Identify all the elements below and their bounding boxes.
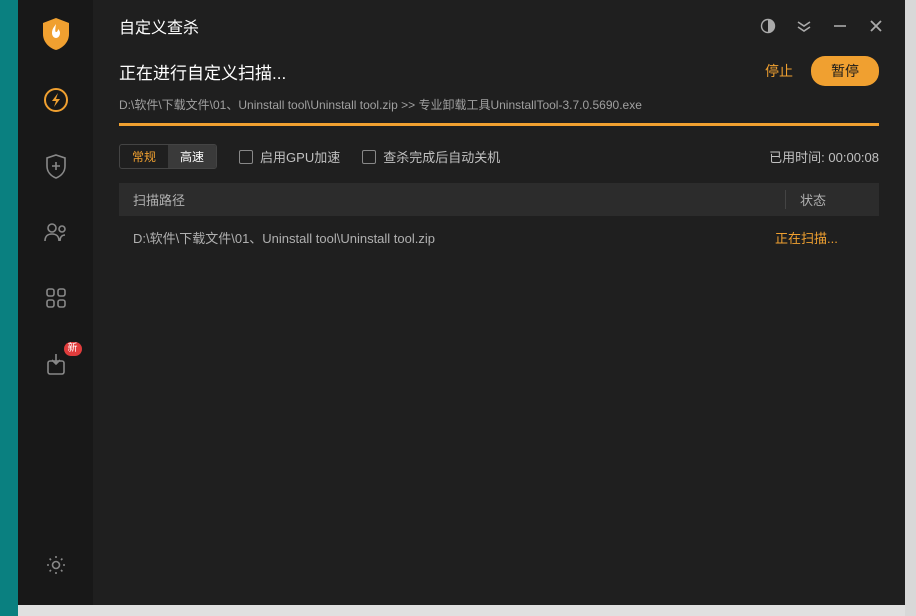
current-scan-path: D:\软件\下载文件\01、Uninstall tool\Uninstall t… [93, 94, 905, 123]
desktop-bottom-strip [18, 605, 905, 616]
auto-shutdown-label: 查杀完成后自动关机 [383, 147, 500, 166]
gpu-accel-checkbox[interactable]: 启用GPU加速 [239, 147, 340, 166]
speed-fast-option[interactable]: 高速 [168, 145, 216, 168]
sidebar-item-users[interactable] [40, 216, 72, 248]
elapsed-timer: 已用时间: 00:00:08 [769, 147, 879, 166]
auto-shutdown-checkbox[interactable]: 查杀完成后自动关机 [362, 147, 500, 166]
chevrons-icon [796, 20, 812, 32]
scan-header: 正在进行自定义扫描... 停止 暂停 [93, 46, 905, 94]
grid-icon [45, 287, 67, 309]
new-badge: 新 [64, 342, 82, 356]
sidebar-item-downloads[interactable]: 新 [40, 348, 72, 380]
table-header: 扫描路径 状态 [119, 183, 879, 216]
sidebar-logo[interactable] [40, 18, 72, 50]
gpu-accel-label: 启用GPU加速 [260, 147, 340, 166]
checkbox-icon [239, 150, 253, 164]
th-status: 状态 [785, 190, 865, 209]
minimize-button[interactable] [831, 17, 849, 35]
window-title: 自定义查杀 [119, 14, 199, 38]
sidebar-item-scan[interactable] [40, 84, 72, 116]
row-status: 正在扫描... [775, 228, 865, 247]
speed-toggle: 常规 高速 [119, 144, 217, 169]
lightning-circle-icon [43, 87, 69, 113]
options-row: 常规 高速 启用GPU加速 查杀完成后自动关机 已用时间: 00:00:08 [93, 126, 905, 183]
sidebar-item-protection[interactable] [40, 150, 72, 182]
checkbox-icon [362, 150, 376, 164]
close-button[interactable] [867, 17, 885, 35]
main-content: 自定义查杀 [93, 0, 905, 605]
menu-button[interactable] [795, 17, 813, 35]
speed-normal-option[interactable]: 常规 [120, 145, 168, 168]
th-path: 扫描路径 [133, 190, 785, 209]
timer-label: 已用时间: [769, 150, 825, 165]
download-box-icon [45, 352, 67, 376]
sidebar: 新 [18, 0, 93, 605]
minimize-icon [833, 19, 847, 33]
sidebar-item-apps[interactable] [40, 282, 72, 314]
app-window: 新 自定义查杀 [18, 0, 905, 605]
gear-icon [44, 553, 68, 577]
contrast-icon [760, 18, 776, 34]
close-icon [869, 19, 883, 33]
window-controls [759, 17, 885, 35]
pause-button[interactable]: 暂停 [811, 56, 879, 86]
theme-toggle-button[interactable] [759, 17, 777, 35]
table-row: D:\软件\下载文件\01、Uninstall tool\Uninstall t… [119, 216, 879, 259]
shield-flame-icon [41, 17, 71, 51]
row-path: D:\软件\下载文件\01、Uninstall tool\Uninstall t… [133, 228, 775, 247]
sidebar-item-settings[interactable] [40, 549, 72, 581]
scan-status-title: 正在进行自定义扫描... [119, 59, 286, 84]
desktop-left-strip [0, 0, 18, 616]
titlebar: 自定义查杀 [93, 0, 905, 46]
people-icon [43, 221, 69, 243]
shield-plus-icon [44, 153, 68, 179]
desktop-right-strip [905, 0, 916, 616]
stop-button[interactable]: 停止 [765, 61, 793, 81]
timer-value: 00:00:08 [828, 150, 879, 165]
